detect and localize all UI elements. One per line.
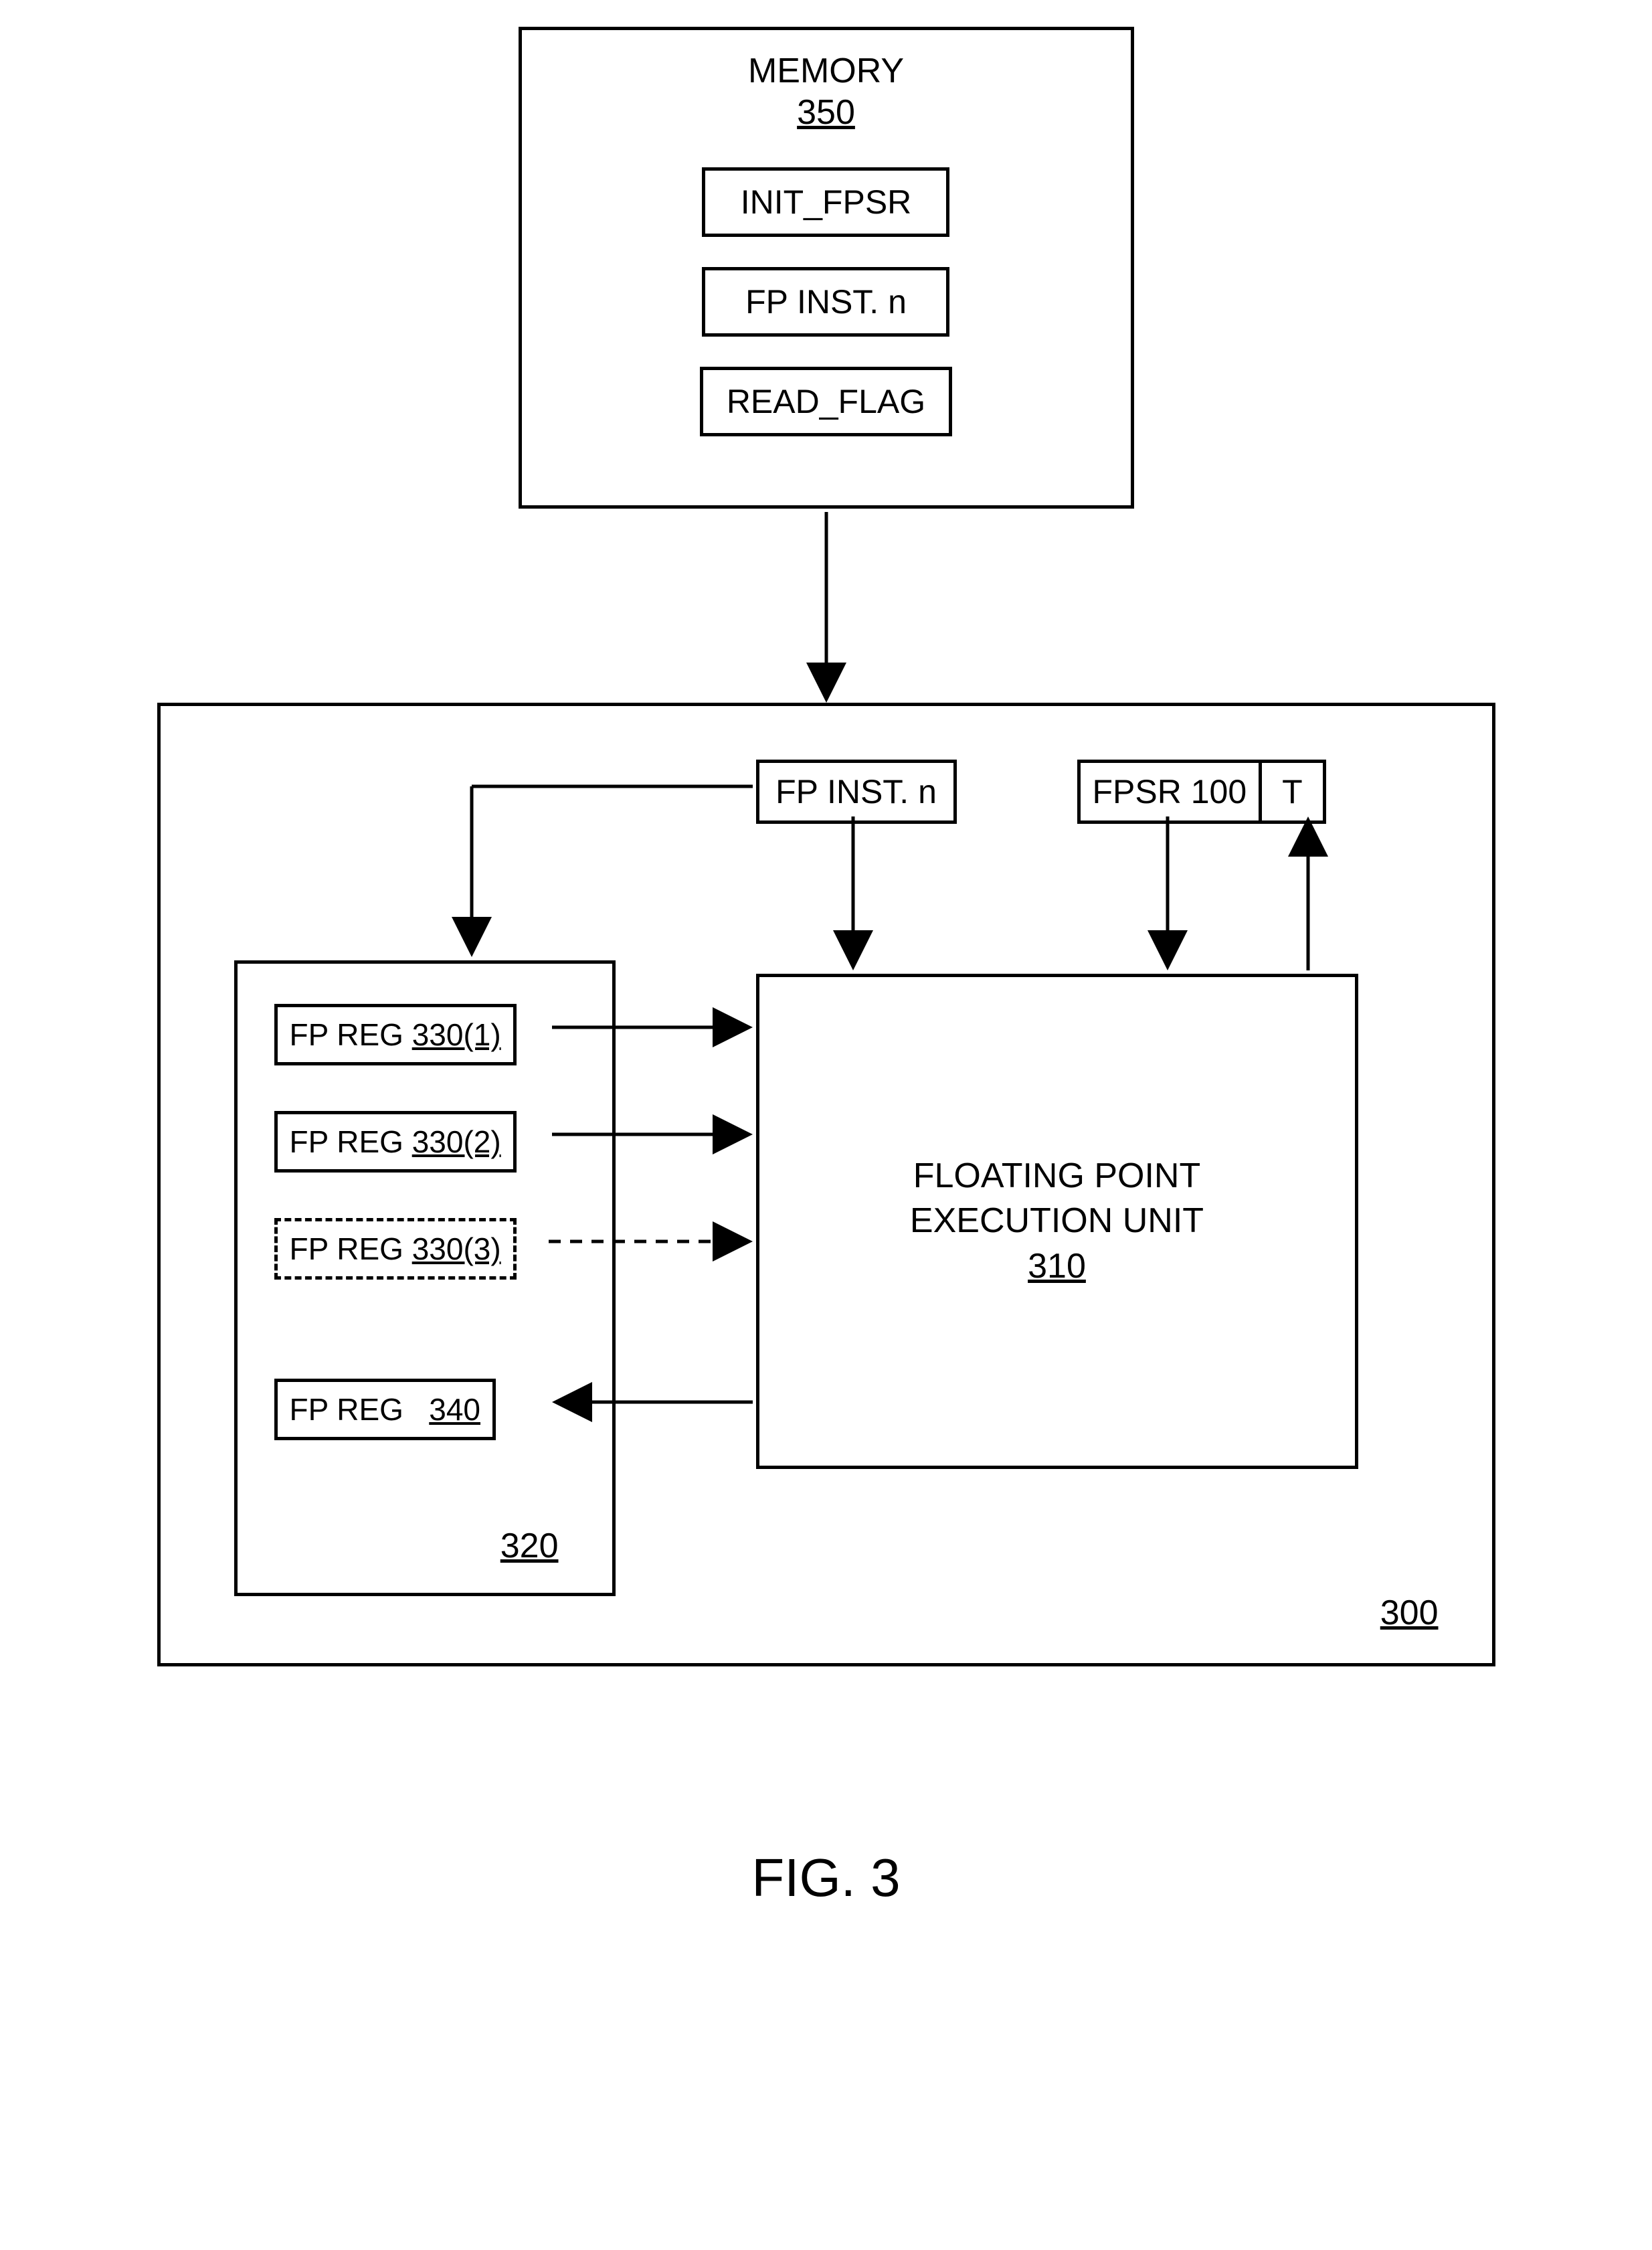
memory-title: MEMORY 350 — [748, 50, 904, 134]
t-label: T — [1282, 773, 1303, 810]
fp-inst-box: FP INST. n — [756, 760, 957, 824]
fp-reg-label-2: FP REG — [290, 1124, 403, 1159]
fp-reg-id-2: 330(2) — [412, 1124, 501, 1159]
memory-item-read-flag: READ_FLAG — [700, 367, 952, 436]
fp-reg-id-1: 330(1) — [412, 1017, 501, 1052]
memory-items: INIT_FPSR FP INST. n READ_FLAG — [700, 167, 952, 436]
fp-reg-label-1: FP REG — [290, 1017, 403, 1052]
processor-id: 300 — [1380, 1593, 1439, 1633]
fp-reg-label-3: FP REG — [290, 1231, 403, 1266]
fpu-id: 310 — [1028, 1247, 1086, 1286]
t-box: T — [1262, 760, 1326, 824]
reg-file-id: 320 — [500, 1526, 559, 1566]
fpsr-label: FPSR 100 — [1093, 773, 1247, 810]
memory-item-init-fpsr: INIT_FPSR — [702, 167, 949, 237]
fpu-title: FLOATING POINT EXECUTION UNIT 310 — [910, 1154, 1204, 1290]
diagram-container: MEMORY 350 INIT_FPSR FP INST. n READ_FLA… — [157, 27, 1495, 1794]
fp-reg-id-3: 330(3) — [412, 1231, 501, 1266]
figure-label: FIG. 3 — [751, 1847, 900, 1909]
fpu-title-line1: FLOATING POINT — [913, 1156, 1201, 1195]
fp-reg-330-1: FP REG 330(1) — [274, 1004, 517, 1065]
fp-reg-330-3: FP REG 330(3) — [274, 1218, 517, 1280]
fp-reg-label-4: FP REG — [290, 1392, 403, 1427]
fpu-box: FLOATING POINT EXECUTION UNIT 310 — [756, 974, 1358, 1469]
memory-item-fp-inst: FP INST. n — [702, 267, 949, 337]
reg-file-box: FP REG 330(1) FP REG 330(2) FP REG 330(3… — [234, 960, 616, 1596]
fpu-title-line2: EXECUTION UNIT — [910, 1201, 1204, 1240]
fp-inst-label: FP INST. n — [775, 773, 937, 810]
memory-title-text: MEMORY — [748, 52, 904, 90]
fp-reg-id-4: 340 — [429, 1392, 480, 1427]
fpsr-box: FPSR 100 — [1077, 760, 1263, 824]
fp-reg-340: FP REG 340 — [274, 1379, 496, 1440]
processor-box: FP INST. n FPSR 100 T FP REG 330(1) FP R… — [157, 703, 1495, 1666]
fp-reg-330-2: FP REG 330(2) — [274, 1111, 517, 1173]
fpsr-container: FPSR 100 T — [1077, 760, 1326, 824]
memory-id: 350 — [797, 93, 855, 132]
memory-box: MEMORY 350 INIT_FPSR FP INST. n READ_FLA… — [519, 27, 1134, 509]
